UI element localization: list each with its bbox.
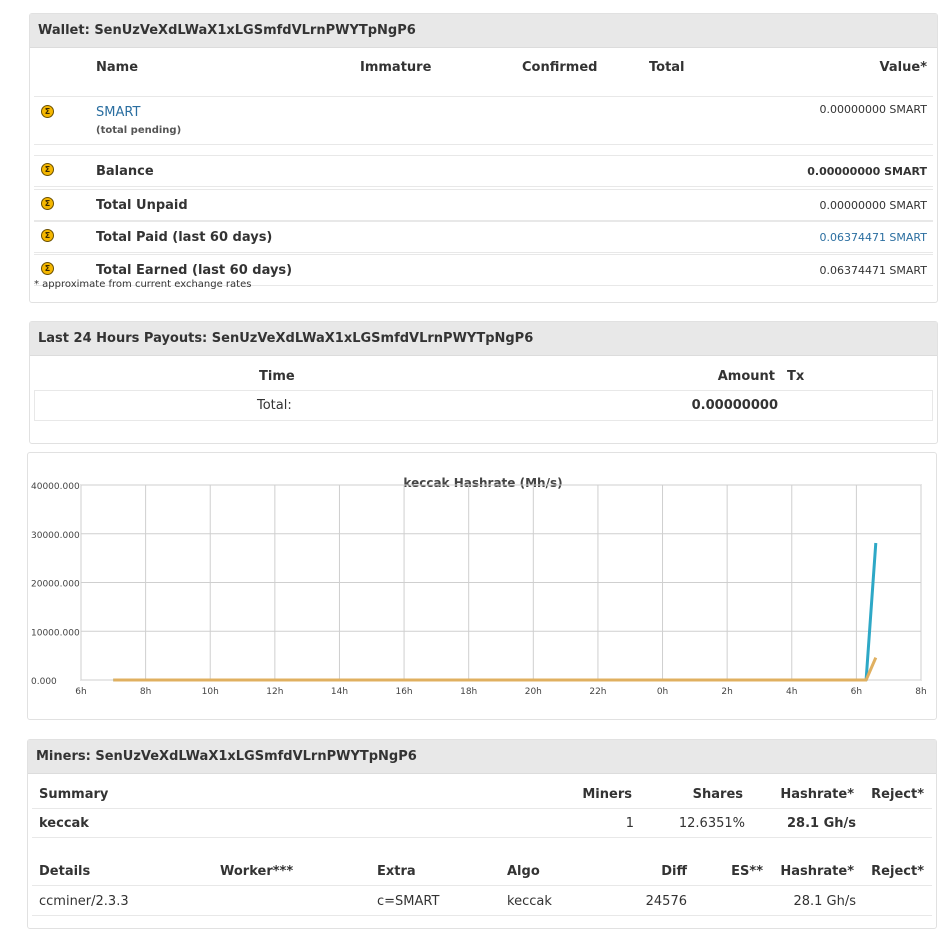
coin-name-link[interactable]: SMART <box>96 105 140 120</box>
col-total-header: Total <box>649 60 685 75</box>
chart-y-tick-label: 0.000 <box>31 677 57 687</box>
col-name-header: Name <box>96 60 139 75</box>
details-header-es: ES** <box>731 864 763 879</box>
chart-y-tick-label: 20000.000 <box>31 580 80 590</box>
details-diff: 24576 <box>645 894 687 909</box>
summary-header-reject: Reject* <box>871 787 924 802</box>
smartcash-coin-icon: Σ <box>41 105 54 118</box>
wallet-row-balance: Σ Balance 0.00000000 SMART <box>34 155 933 187</box>
wallet-coin-row: Σ SMART (total pending) 0.00000000 SMART <box>34 96 933 145</box>
chart-x-tick-label: 0h <box>657 687 668 697</box>
details-hashrate: 28.1 Gh/s <box>793 894 856 909</box>
wallet-footnote: * approximate from current exchange rate… <box>34 279 252 290</box>
details-header-hashrate: Hashrate* <box>780 864 854 879</box>
chart-series-line-0 <box>113 542 878 682</box>
chart-x-tick-label: 20h <box>525 687 542 697</box>
col-immature-header: Immature <box>360 60 432 75</box>
coin-value: 0.00000000 SMART <box>819 103 927 116</box>
details-row: ccminer/2.3.3 c=SMART keccak 24576 28.1 … <box>32 885 932 916</box>
summary-algo: keccak <box>39 816 89 831</box>
smartcash-coin-icon: Σ <box>41 197 54 210</box>
chart-x-tick-label: 22h <box>589 687 606 697</box>
chart-x-tick-label: 6h <box>75 687 86 697</box>
payouts-total-row: Total: 0.00000000 <box>34 390 933 421</box>
summary-miners: 1 <box>625 816 634 831</box>
row-label: Total Unpaid <box>96 198 188 213</box>
wallet-panel: Wallet: SenUzVeXdLWaX1xLGSmfdVLrnPWYTpNg… <box>29 13 938 303</box>
smartcash-coin-icon: Σ <box>41 262 54 275</box>
wallet-row-paid: Σ Total Paid (last 60 days) 0.06374471 S… <box>34 221 933 253</box>
row-label: Total Earned (last 60 days) <box>96 263 293 278</box>
chart-x-tick-label: 10h <box>202 687 219 697</box>
summary-hashrate: 28.1 Gh/s <box>786 816 856 831</box>
payouts-col-tx: Tx <box>787 369 805 384</box>
summary-header-shares: Shares <box>692 787 743 802</box>
col-value-header: Value* <box>879 60 927 75</box>
hashrate-chart-panel: keccak Hashrate (Mh/s) 0.000 10000.000 200… <box>27 452 937 720</box>
row-value: 0.00000000 SMART <box>819 199 927 212</box>
details-header-extra: Extra <box>377 864 416 879</box>
chart-x-tick-label: 8h <box>915 687 926 697</box>
chart-y-tick-label: 40000.000 <box>31 482 80 492</box>
paid-value-link[interactable]: 0.06374471 SMART <box>819 231 927 244</box>
smartcash-coin-icon: Σ <box>41 163 54 176</box>
payouts-total-label: Total: <box>257 398 292 413</box>
chart-x-tick-label: 18h <box>460 687 477 697</box>
row-value: 0.00000000 SMART <box>807 165 927 178</box>
row-label: Balance <box>96 164 154 179</box>
chart-x-tick-label: 6h <box>851 687 862 697</box>
chart-x-tick-label: 12h <box>266 687 283 697</box>
summary-header-miners: Miners <box>582 787 632 802</box>
details-algo: keccak <box>507 894 552 909</box>
chart-y-tick-label: 10000.000 <box>31 628 80 638</box>
wallet-panel-title: Wallet: SenUzVeXdLWaX1xLGSmfdVLrnPWYTpNg… <box>30 14 937 48</box>
wallet-row-unpaid: Σ Total Unpaid 0.00000000 SMART <box>34 189 933 221</box>
details-header-details: Details <box>39 864 91 879</box>
chart-x-tick-label: 2h <box>721 687 732 697</box>
smartcash-coin-icon: Σ <box>41 229 54 242</box>
payouts-panel: Last 24 Hours Payouts: SenUzVeXdLWaX1xLG… <box>29 321 938 444</box>
details-client: ccminer/2.3.3 <box>39 894 129 909</box>
chart-x-tick-label: 8h <box>140 687 151 697</box>
miners-panel-title: Miners: SenUzVeXdLWaX1xLGSmfdVLrnPWYTpNg… <box>28 740 936 774</box>
summary-row: keccak 1 12.6351% 28.1 Gh/s <box>32 808 932 838</box>
miners-panel: Miners: SenUzVeXdLWaX1xLGSmfdVLrnPWYTpNg… <box>27 739 937 929</box>
wallet-table: Name Immature Confirmed Total Value* Σ S… <box>34 48 933 288</box>
chart-y-tick-label: 30000.000 <box>31 531 80 541</box>
chart-x-tick-label: 16h <box>395 687 412 697</box>
chart-x-tick-label: 14h <box>331 687 348 697</box>
payouts-col-time: Time <box>259 369 295 384</box>
details-header-diff: Diff <box>661 864 687 879</box>
details-header-algo: Algo <box>507 864 540 879</box>
details-header-worker: Worker*** <box>220 864 294 879</box>
chart-series-line-1 <box>113 657 878 682</box>
row-value: 0.06374471 SMART <box>819 264 927 277</box>
chart-title: keccak Hashrate (Mh/s) <box>403 476 562 490</box>
col-confirmed-header: Confirmed <box>522 60 598 75</box>
payouts-col-amount: Amount <box>717 369 775 384</box>
payouts-panel-title: Last 24 Hours Payouts: SenUzVeXdLWaX1xLG… <box>30 322 937 356</box>
chart-x-tick-label: 4h <box>786 687 797 697</box>
summary-header-hashrate: Hashrate* <box>780 787 854 802</box>
summary-shares: 12.6351% <box>678 816 745 831</box>
details-extra: c=SMART <box>377 894 440 909</box>
summary-header-summary: Summary <box>39 787 109 802</box>
payouts-total-value: 0.00000000 <box>691 398 778 413</box>
hashrate-chart: keccak Hashrate (Mh/s) 0.000 10000.000 200… <box>31 476 927 697</box>
details-header-reject: Reject* <box>871 864 924 879</box>
coin-sub-label: (total pending) <box>96 125 182 136</box>
row-label: Total Paid (last 60 days) <box>96 230 273 245</box>
